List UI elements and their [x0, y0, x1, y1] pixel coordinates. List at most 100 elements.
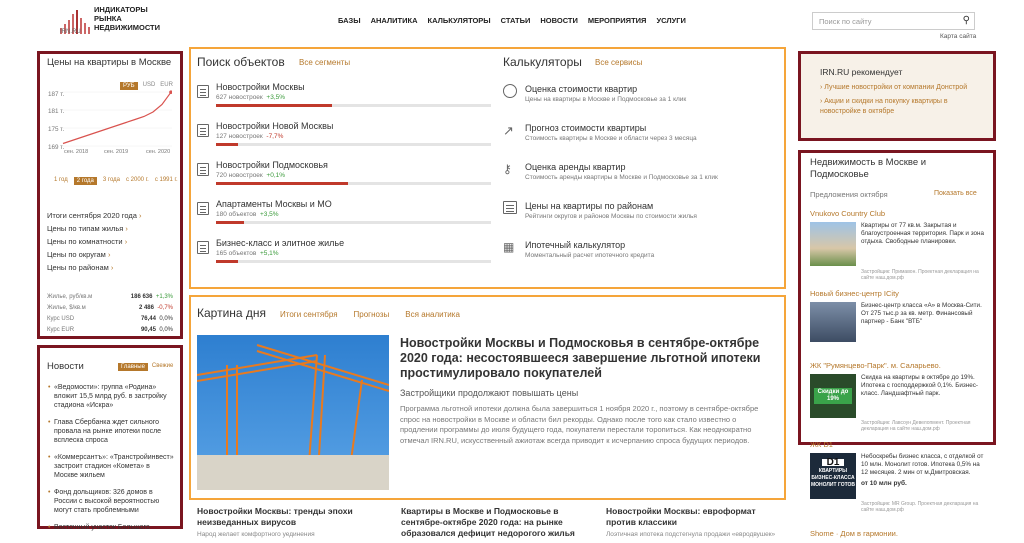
- realty-item[interactable]: ЖК "Румянцево-Парк". м. Саларьево. Скидк…: [810, 361, 985, 432]
- news-list: «Ведомости»: группа «Родина» вложит 15,5…: [48, 383, 174, 540]
- nav-news[interactable]: НОВОСТИ: [540, 16, 578, 25]
- calc-item[interactable]: ⚷ Оценка аренды квартир Стоимость аренды к…: [503, 162, 778, 201]
- trend-icon: ↗: [503, 123, 514, 138]
- period-1991[interactable]: с 1991 г.: [155, 177, 178, 185]
- realty-item[interactable]: Новый бизнес-центр ICity Бизнес-центр кл…: [810, 289, 985, 342]
- nav-services[interactable]: УСЛУГИ: [656, 16, 685, 25]
- recommend-link[interactable]: › Лучшие новостройки от компании Донстро…: [820, 83, 985, 93]
- news-item[interactable]: Глава Сбербанка ждет сильного провала на…: [48, 418, 174, 445]
- building-icon: [197, 202, 209, 215]
- calcs-link[interactable]: Все сервисы: [595, 58, 642, 67]
- search-icon[interactable]: ⚲: [963, 15, 970, 26]
- realty-image: D1 КВАРТИРЫ БИЗНЕС-КЛАССА МОНОЛИТ ГОТОВ: [810, 453, 856, 499]
- prices-link[interactable]: Цены по округам ›: [47, 248, 142, 261]
- prices-link[interactable]: Цены по районам ›: [47, 261, 142, 274]
- calc-item[interactable]: ▦ Ипотечный калькулятор Моментальный расче…: [503, 240, 778, 279]
- news-item[interactable]: Фонд дольщиков: 326 домов в России с выс…: [48, 488, 174, 515]
- search-objects-link[interactable]: Все сегменты: [299, 58, 350, 67]
- segment-item[interactable]: Бизнес-класс и элитное жилье 165 объекто…: [197, 238, 491, 277]
- search-placeholder: Поиск по сайту: [819, 17, 872, 26]
- calcs-list: Оценка стоимости квартир Цены на квартиры…: [503, 84, 778, 279]
- search-input[interactable]: Поиск по сайту ⚲: [812, 12, 975, 30]
- day-text: Программа льготной ипотеки должна была з…: [400, 404, 759, 445]
- segment-bar: [216, 143, 491, 146]
- x-tick: сен. 2020: [146, 149, 171, 155]
- x-tick: сен. 2018: [64, 149, 89, 155]
- price-stats: Жилье, руб/кв.м 186 636 +1,3% Жилье, $/кв…: [47, 292, 173, 336]
- document-icon: [503, 201, 517, 214]
- period-switch: 1 год 2 года 3 года с 2000 г. с 1991 г.: [54, 177, 178, 185]
- recommends-list: › Лучшие новостройки от компании Донстро…: [820, 83, 985, 117]
- realty-image: [810, 302, 856, 342]
- stat-row: Курс EUR 90,45 0,0%: [47, 327, 173, 333]
- calc-item[interactable]: ↗ Прогноз стоимости квартиры Стоимость ква…: [503, 123, 778, 162]
- realty-show-all[interactable]: Показать все: [934, 190, 977, 197]
- building-icon: [197, 124, 209, 137]
- news-tab-fresh[interactable]: Свежие: [152, 363, 173, 371]
- segment-item[interactable]: Апартаменты Москвы и МО 180 объектов +3,…: [197, 199, 491, 238]
- news-title: Новости: [47, 361, 84, 372]
- nav-articles[interactable]: СТАТЬИ: [501, 16, 531, 25]
- prices-link[interactable]: Итоги сентября 2020 года ›: [47, 209, 142, 222]
- search-objects-list: Новостройки Москвы 627 новостроек +3,5% …: [197, 82, 491, 277]
- segment-bar: [216, 182, 491, 185]
- prices-links: Итоги сентября 2020 года › Цены по типам…: [47, 209, 142, 274]
- segment-item[interactable]: Новостройки Новой Москвы 127 новостроек …: [197, 121, 491, 160]
- period-2y[interactable]: 2 года: [73, 177, 97, 185]
- news-item[interactable]: «Коммерсантъ»: «Транстройинвест» застрои…: [48, 453, 174, 480]
- segment-bar: [216, 260, 491, 263]
- building-icon: [197, 241, 209, 254]
- calculator-icon: ▦: [503, 240, 515, 254]
- realty-item[interactable]: Vnukovo Country Club Квартиры от 77 кв.м…: [810, 209, 985, 281]
- price-chart: [62, 90, 172, 147]
- search-objects-title: Поиск объектов: [197, 55, 285, 69]
- day-link-forecasts[interactable]: Прогнозы: [354, 310, 390, 319]
- sitemap-link[interactable]: Карта сайта: [940, 33, 976, 40]
- calc-item[interactable]: Цены на квартиры по районам Рейтинги окру…: [503, 201, 778, 240]
- recommend-link[interactable]: › Акции и скидки на покупку квартиры в н…: [820, 97, 985, 117]
- bottom-article[interactable]: Квартиры в Москве и Подмосковье в сентяб…: [401, 506, 591, 539]
- logo-sub: IRN.RU: [60, 29, 81, 35]
- nav-bases[interactable]: БАЗЫ: [338, 16, 361, 25]
- key-icon: ⚷: [503, 162, 512, 176]
- building-icon: [197, 85, 209, 98]
- day-link-analytics[interactable]: Вся аналитика: [405, 310, 460, 319]
- news-tab-main[interactable]: Главные: [118, 363, 148, 371]
- nav-analytics[interactable]: АНАЛИТИКА: [371, 16, 418, 25]
- main-nav: БАЗЫ АНАЛИТИКА КАЛЬКУЛЯТОРЫ СТАТЬИ НОВОС…: [338, 16, 686, 25]
- period-1y[interactable]: 1 год: [54, 177, 68, 185]
- news-item[interactable]: Восточный участок Большого: [48, 523, 174, 532]
- period-2000[interactable]: с 2000 г.: [126, 177, 149, 185]
- recommends-title: IRN.RU рекомендует: [820, 67, 903, 77]
- day-link-results[interactable]: Итоги сентября: [280, 310, 338, 319]
- segment-bar: [216, 221, 491, 224]
- realty-item[interactable]: Shome · Дом в гармонии.: [810, 529, 898, 538]
- period-3y[interactable]: 3 года: [103, 177, 120, 185]
- calcs-title: Калькуляторы: [503, 55, 582, 69]
- prices-link[interactable]: Цены по комнатности ›: [47, 235, 142, 248]
- day-headline[interactable]: Новостройки Москвы и Подмосковья в сентя…: [400, 336, 770, 381]
- news-item[interactable]: «Ведомости»: группа «Родина» вложит 15,5…: [48, 383, 174, 410]
- calc-item[interactable]: Оценка стоимости квартир Цены на квартиры…: [503, 84, 778, 123]
- nav-calculators[interactable]: КАЛЬКУЛЯТОРЫ: [428, 16, 491, 25]
- segment-bar: [216, 104, 491, 107]
- bottom-article[interactable]: Новостройки Москвы: тренды эпохи неизвед…: [197, 506, 372, 538]
- crane-image: [197, 344, 389, 490]
- day-subheadline: Застройщики продолжают повышать цены: [400, 388, 579, 398]
- day-title: Картина дня: [197, 306, 267, 320]
- realty-item[interactable]: ЖК D1 D1 КВАРТИРЫ БИЗНЕС-КЛАССА МОНОЛИТ …: [810, 440, 985, 513]
- news-tabs: Главные Свежие: [118, 363, 173, 371]
- prices-link[interactable]: Цены по типам жилья ›: [47, 222, 142, 235]
- segment-item[interactable]: Новостройки Москвы 627 новостроек +3,5%: [197, 82, 491, 121]
- price-line: [62, 91, 172, 145]
- stat-row: Жилье, руб/кв.м 186 636 +1,3%: [47, 294, 173, 300]
- day-links: Итоги сентября Прогнозы Вся аналитика: [280, 310, 460, 319]
- stat-row: Жилье, $/кв.м 2 486 -0,7%: [47, 305, 173, 311]
- realty-image: [810, 222, 856, 266]
- building-icon: [197, 163, 209, 176]
- nav-events[interactable]: МЕРОПРИЯТИЯ: [588, 16, 647, 25]
- day-image[interactable]: [197, 335, 389, 490]
- stat-row: Курс USD 76,44 0,0%: [47, 316, 173, 322]
- bottom-article[interactable]: Новостройки Москвы: евроформат против кл…: [606, 506, 786, 538]
- segment-item[interactable]: Новостройки Подмосковья 720 новостроек +…: [197, 160, 491, 199]
